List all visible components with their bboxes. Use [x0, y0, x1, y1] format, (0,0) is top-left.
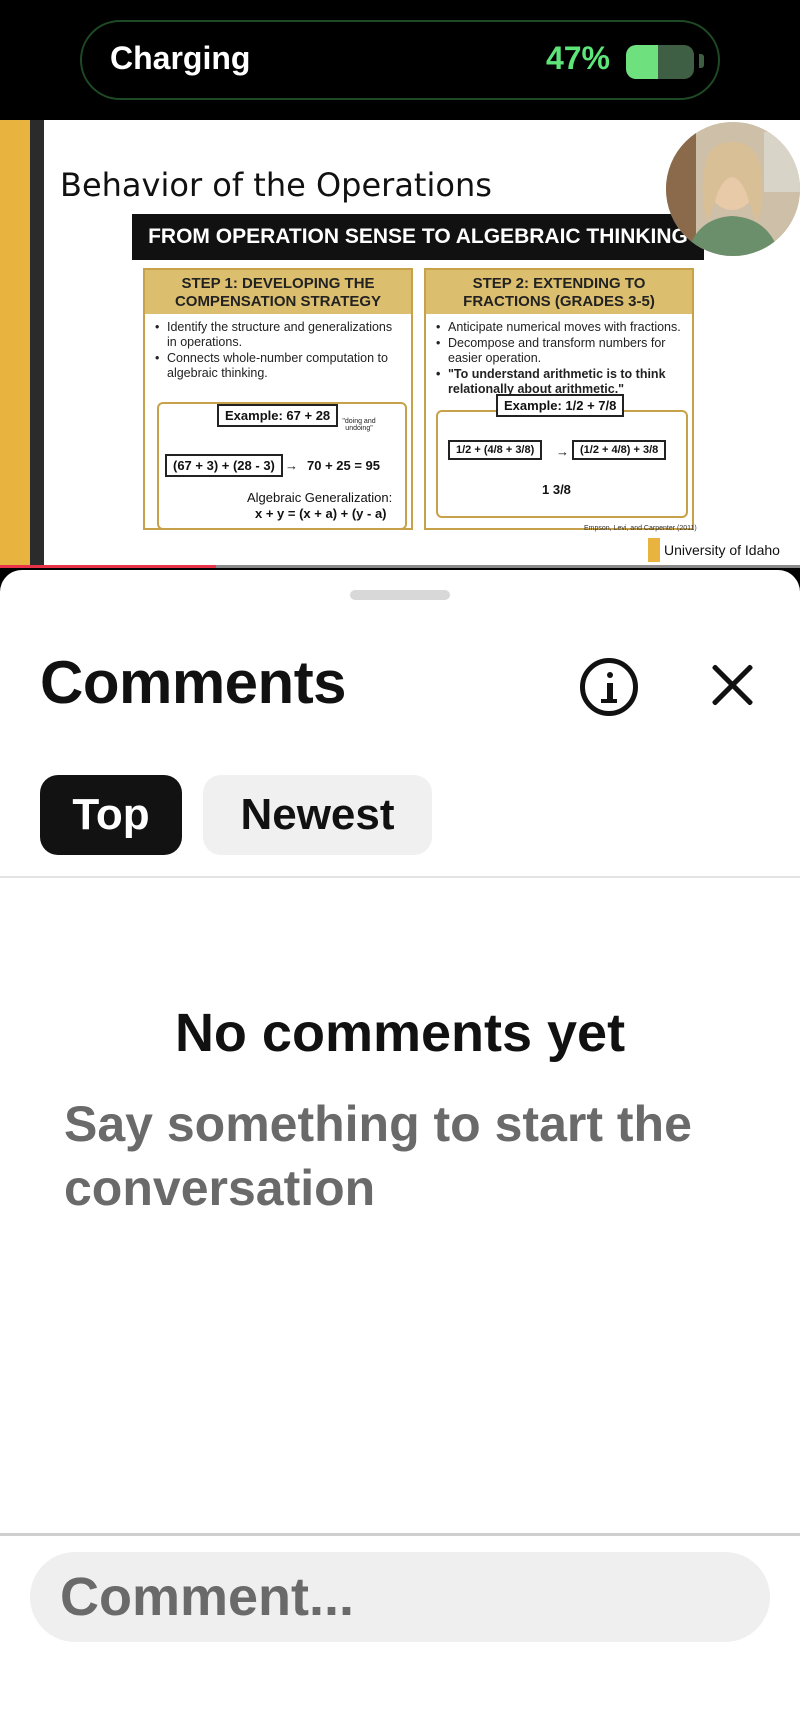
charging-pill: Charging 47%	[80, 20, 720, 100]
step1-example: Example: 67 + 28	[217, 404, 339, 427]
empty-state-subtitle: Say something to start the conversation	[64, 1096, 692, 1216]
step1-bullet: Identify the structure and generalizatio…	[155, 320, 403, 350]
slide-accent-bar-dark	[30, 120, 44, 568]
step2-heading: STEP 2: EXTENDING TO FRACTIONS (GRADES 3…	[426, 270, 692, 314]
university-mark-icon	[648, 538, 660, 562]
step1-heading: STEP 1: DEVELOPING THE COMPENSATION STRA…	[145, 270, 411, 314]
step1-result: 70 + 25 = 95	[307, 458, 381, 473]
step2-expression-right: (1/2 + 4/8) + 3/8	[572, 440, 667, 460]
step1-panel: STEP 1: DEVELOPING THE COMPENSATION STRA…	[143, 268, 413, 530]
slide-accent-bar	[0, 120, 30, 568]
battery-cap	[699, 54, 704, 68]
video-progress-track[interactable]	[216, 565, 800, 568]
close-icon[interactable]	[710, 662, 756, 708]
battery-percent: 47%	[545, 40, 610, 76]
charging-label: Charging	[110, 40, 251, 76]
step2-example-frame: Example: 1/2 + 7/8 1/2 + (4/8 + 3/8) → (…	[436, 394, 688, 518]
battery-level-fill	[626, 45, 658, 79]
slide-banner: FROM OPERATION SENSE TO ALGEBRAIC THINKI…	[132, 214, 704, 260]
university-name: University of Idaho	[664, 542, 780, 558]
slide-citation: Empson, Levi, and Carpenter (2011)	[584, 525, 697, 532]
battery-icon	[626, 45, 694, 79]
status-bar: Charging 47%	[0, 0, 800, 120]
empty-state-title: No comments yet	[174, 1003, 626, 1063]
step1-bullet: Connects whole-number computation to alg…	[155, 351, 403, 381]
step1-example-frame: Example: 67 + 28 "doing and undoing" (67…	[157, 402, 407, 530]
comments-sheet: Comments Top Newest No comments yet Say …	[0, 570, 800, 1732]
step2-bullet: Decompose and transform numbers for easi…	[436, 336, 684, 366]
step1-generalization-label: Algebraic Generalization:	[247, 490, 393, 505]
slide-title: Behavior of the Operations	[60, 166, 492, 204]
university-logo: University of Idaho	[648, 538, 780, 562]
tab-newest[interactable]: Newest	[203, 775, 432, 855]
tab-top[interactable]: Top	[40, 775, 182, 855]
step1-note: "doing and undoing"	[342, 418, 376, 432]
step2-quote: "To understand arithmetic is to think re…	[436, 367, 684, 397]
step1-expression: (67 + 3) + (28 - 3)	[165, 454, 283, 477]
info-icon[interactable]	[580, 658, 638, 716]
tabs-divider	[0, 876, 800, 878]
arrow-right-icon: →	[556, 444, 569, 459]
arrow-right-icon: →	[285, 458, 298, 473]
comment-input[interactable]	[30, 1552, 770, 1642]
step2-bullet: Anticipate numerical moves with fraction…	[436, 320, 684, 335]
step1-generalization: x + y = (x + a) + (y - a)	[255, 506, 387, 521]
comments-title: Comments	[40, 649, 347, 716]
step2-result: 1 3/8	[542, 482, 571, 497]
footer-divider	[0, 1533, 800, 1536]
video-progress-played[interactable]	[0, 565, 216, 568]
step2-expression-left: 1/2 + (4/8 + 3/8)	[448, 440, 543, 460]
step2-example: Example: 1/2 + 7/8	[496, 394, 625, 417]
sheet-drag-handle[interactable]	[350, 590, 450, 600]
step2-panel: STEP 2: EXTENDING TO FRACTIONS (GRADES 3…	[424, 268, 694, 530]
presenter-avatar	[666, 122, 800, 256]
